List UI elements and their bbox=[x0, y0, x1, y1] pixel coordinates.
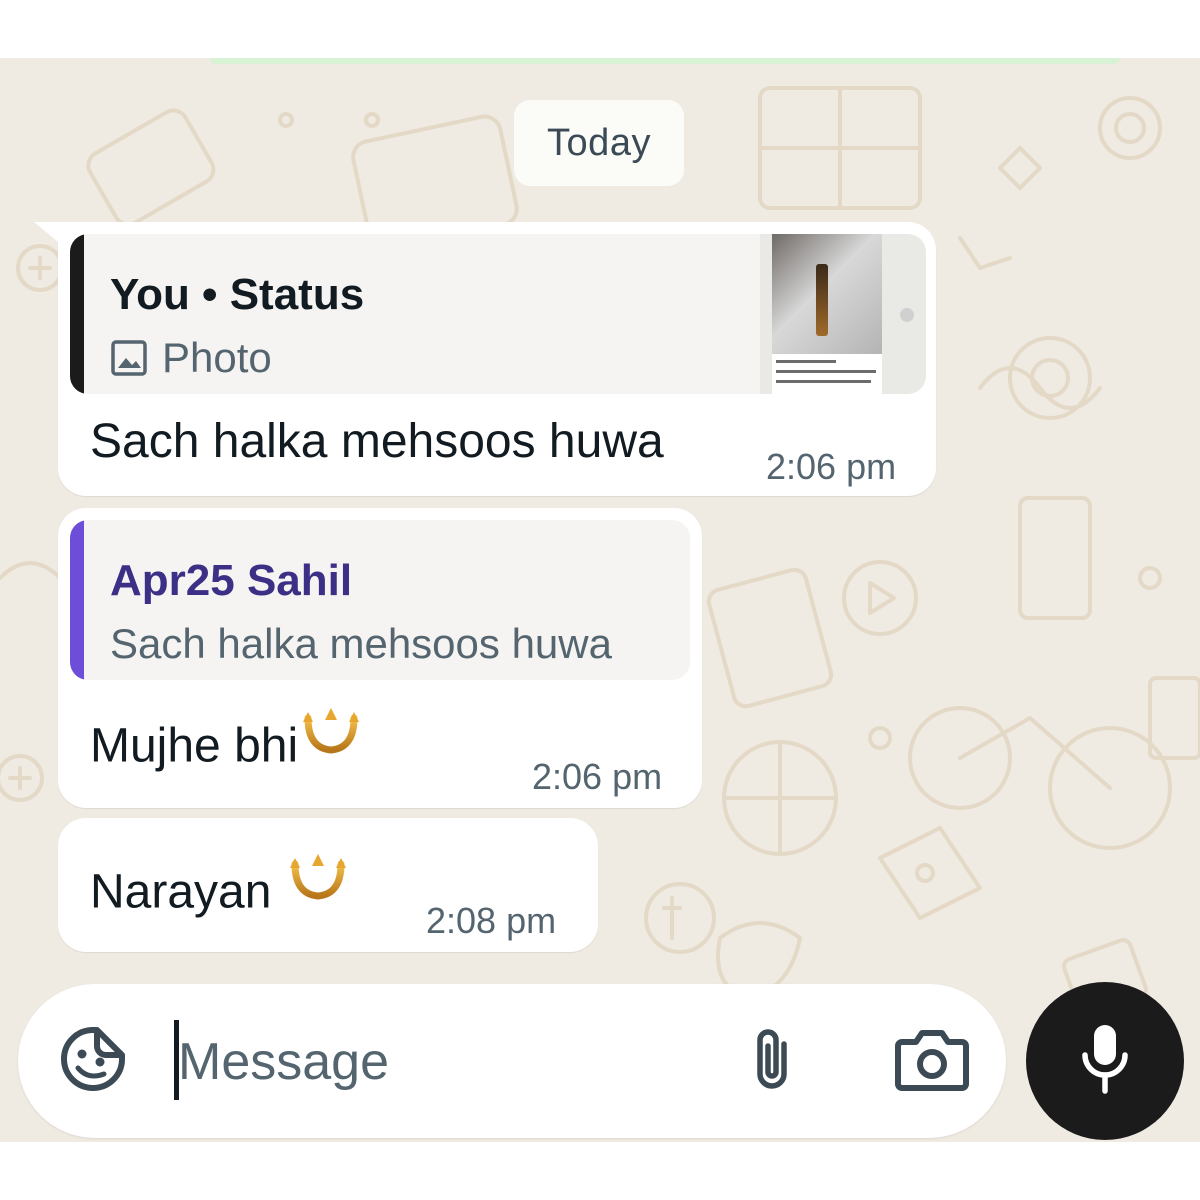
message-composer bbox=[18, 984, 1006, 1138]
quoted-reply[interactable]: Apr25 Sahil Sach halka mehsoos huwa bbox=[70, 520, 690, 680]
thumbnail-dot bbox=[900, 308, 914, 322]
quote-bar bbox=[70, 520, 84, 680]
mic-icon bbox=[1077, 1021, 1133, 1102]
attach-icon[interactable] bbox=[746, 1024, 798, 1101]
message-time: 2:06 pm bbox=[532, 756, 663, 797]
photo-icon bbox=[110, 339, 148, 377]
quoted-author: Apr25 Sahil bbox=[110, 556, 353, 605]
message-bubble[interactable]: Apr25 Sahil Sach halka mehsoos huwa Mujh… bbox=[58, 508, 702, 808]
mic-button[interactable] bbox=[1026, 982, 1184, 1140]
message-text-row: Mujhe bhi bbox=[90, 708, 364, 790]
camera-icon[interactable] bbox=[894, 1026, 970, 1097]
quoted-status[interactable]: You • Status Photo bbox=[70, 234, 926, 394]
quoted-author: You • Status bbox=[110, 270, 365, 319]
thumbnail-caption-lines bbox=[772, 354, 882, 394]
message-text: Mujhe bhi bbox=[90, 719, 299, 773]
status-thumbnail[interactable] bbox=[760, 234, 926, 394]
top-highlight-strip bbox=[210, 58, 1120, 64]
quoted-type: Photo bbox=[110, 334, 272, 382]
date-separator: Today bbox=[514, 100, 684, 186]
thumbnail-photo bbox=[772, 234, 882, 354]
trident-emoji bbox=[285, 854, 351, 936]
message-text-row: Narayan bbox=[90, 854, 351, 936]
message-text: Sach halka mehsoos huwa bbox=[90, 415, 664, 468]
message-bubble[interactable]: You • Status Photo Sach halka mehsoos hu… bbox=[34, 222, 936, 496]
quoted-text: Sach halka mehsoos huwa bbox=[110, 620, 612, 667]
sticker-icon[interactable] bbox=[58, 1024, 128, 1099]
trident-emoji bbox=[298, 708, 364, 790]
quote-bar bbox=[70, 234, 84, 394]
quoted-type-label: Photo bbox=[162, 334, 272, 381]
thumbnail-bottle bbox=[816, 264, 828, 336]
bubble-tail bbox=[34, 222, 58, 242]
message-text: Narayan bbox=[90, 865, 272, 919]
message-time: 2:06 pm bbox=[766, 446, 897, 487]
message-bubble[interactable]: Narayan 2:08 pm bbox=[58, 818, 598, 952]
message-input[interactable] bbox=[178, 1024, 718, 1100]
message-time: 2:08 pm bbox=[426, 900, 557, 941]
